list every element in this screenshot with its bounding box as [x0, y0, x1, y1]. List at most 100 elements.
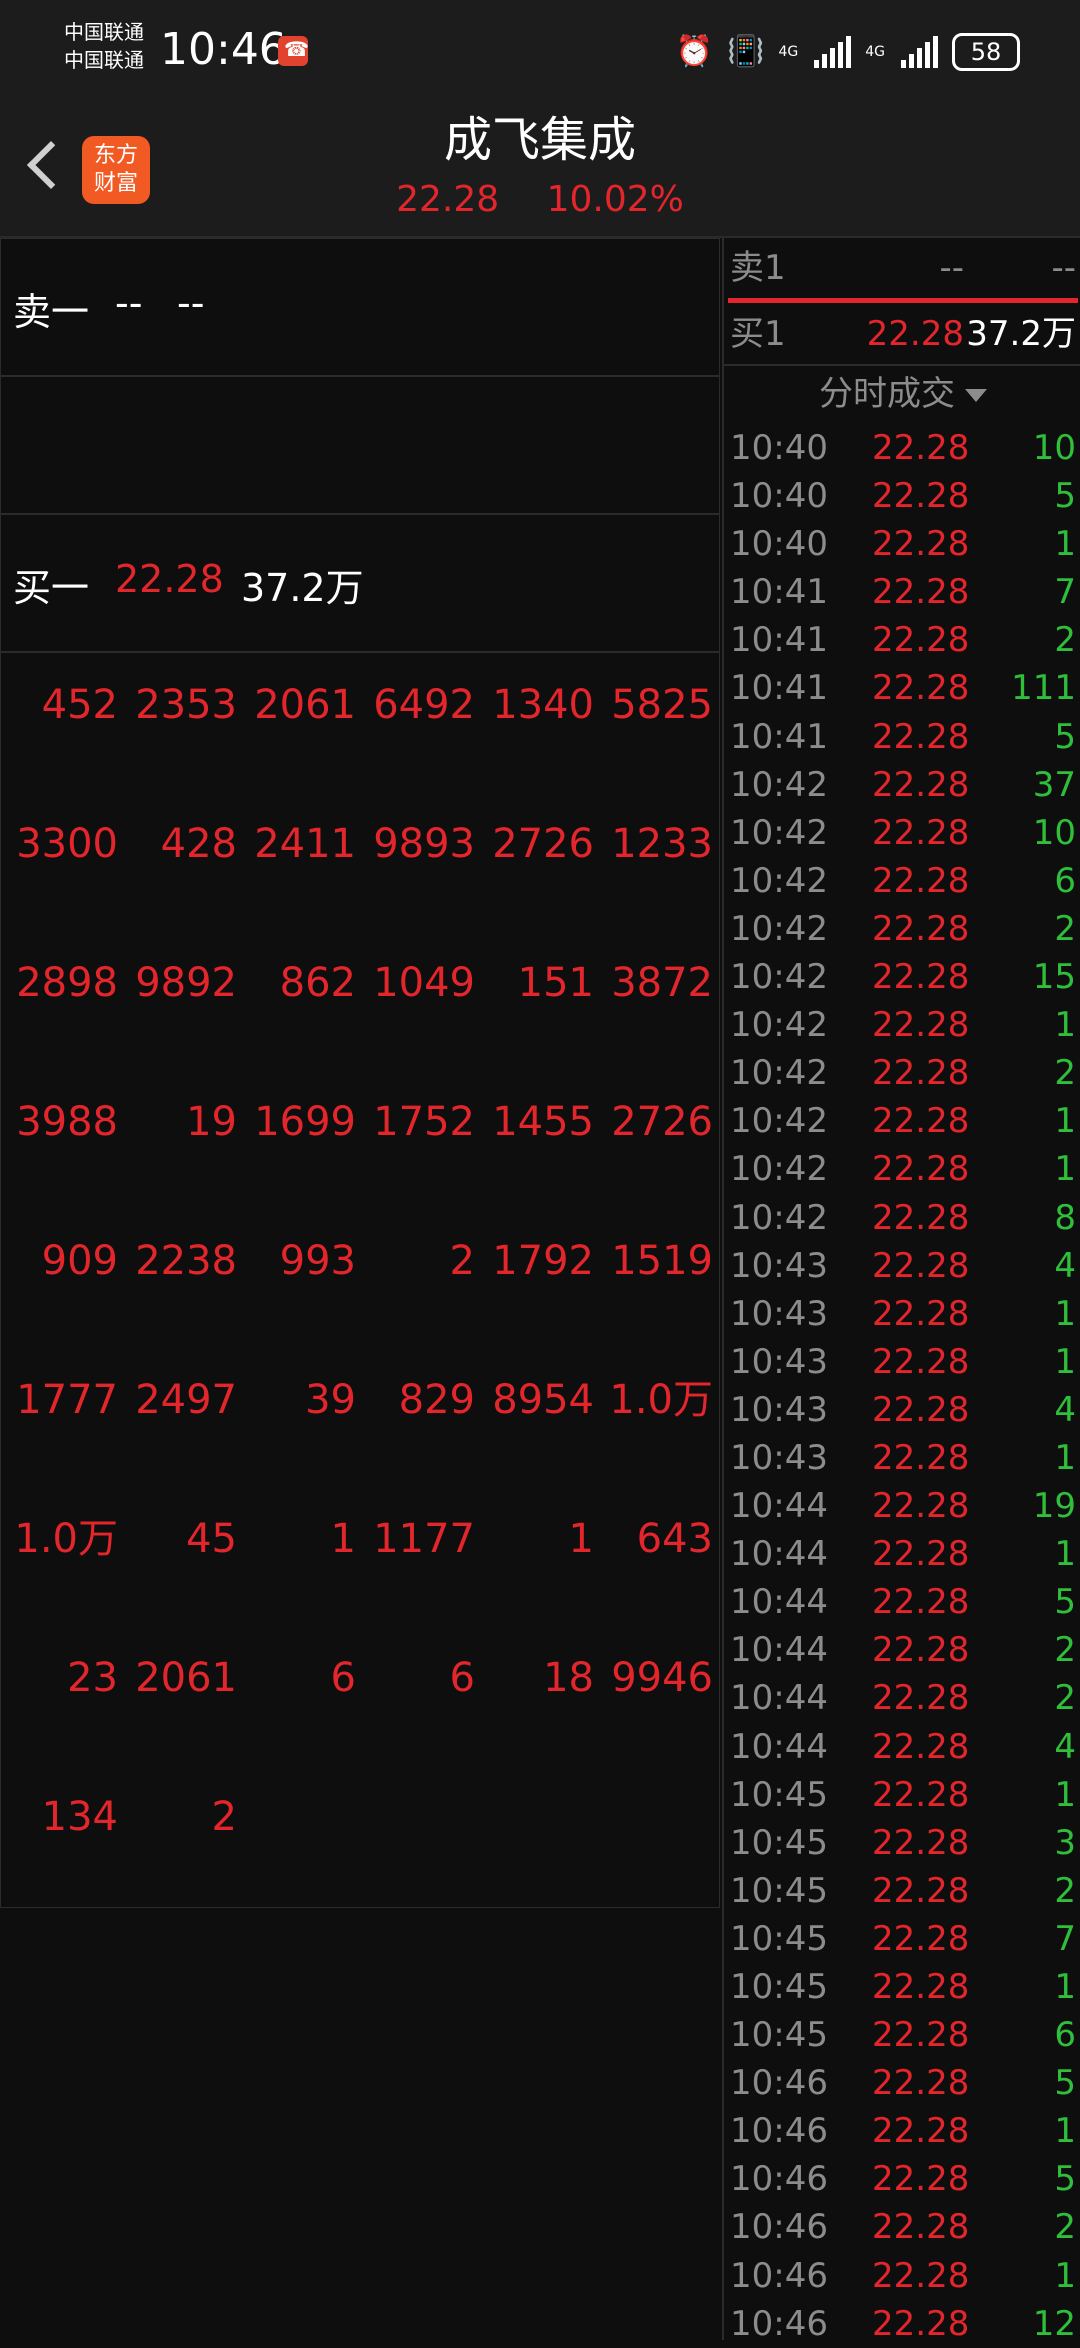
tick-row: 10:42 22.28 6	[724, 857, 1080, 905]
tick-row: 10:42 22.28 1	[724, 1097, 1080, 1145]
tick-row: 10:41 22.28 2	[724, 616, 1080, 664]
tick-row: 10:46 22.28 5	[724, 2155, 1080, 2203]
buy1-row: 买一 22.28 37.2万	[0, 514, 720, 652]
queue-cell: 2497	[135, 1377, 237, 1423]
network-type-2: 4G	[865, 44, 885, 60]
tick-price: 22.28	[872, 1486, 970, 1527]
tick-row: 10:43 22.28 4	[724, 1386, 1080, 1434]
tick-volume: 5	[1054, 476, 1076, 517]
sell1-row: 卖一 -- --	[0, 238, 720, 376]
tick-price: 22.28	[872, 860, 970, 901]
tick-time: 10:42	[730, 812, 828, 853]
tick-list[interactable]: 10:40 22.28 10 10:40 22.28 5 10:40 22.28 1 10:41 2…	[724, 424, 1080, 2348]
tick-row: 10:42 22.28 1	[724, 1145, 1080, 1193]
stock-price: 22.28	[396, 179, 500, 220]
ticks-dropdown[interactable]: 分时成交	[724, 364, 1080, 422]
tick-row: 10:45 22.28 6	[724, 2011, 1080, 2059]
tick-row: 10:45 22.28 7	[724, 1915, 1080, 1963]
alarm-icon: ⏰	[675, 34, 714, 69]
tick-volume: 1	[1054, 1101, 1076, 1142]
tick-time: 10:46	[730, 2303, 828, 2344]
tick-row: 10:40 22.28 5	[724, 472, 1080, 520]
tick-time: 10:43	[730, 1437, 828, 1478]
carrier-1: 中国联通	[64, 20, 144, 44]
tick-time: 10:42	[730, 1197, 828, 1238]
queue-cell: 993	[279, 1238, 356, 1284]
tick-price: 22.28	[872, 2207, 970, 2248]
tick-price: 22.28	[872, 812, 970, 853]
queue-cell: 1177	[373, 1516, 475, 1562]
right-sell1-price: --	[939, 248, 964, 288]
tick-time: 10:43	[730, 1245, 828, 1286]
tick-price: 22.28	[872, 476, 970, 517]
signal-icon-2	[901, 36, 938, 68]
queue-cell: 2	[449, 1238, 475, 1284]
queue-cell: 9892	[135, 960, 237, 1006]
tick-volume: 19	[1032, 1486, 1076, 1527]
tick-row: 10:44 22.28 2	[724, 1674, 1080, 1722]
queue-cell: 1519	[611, 1238, 713, 1284]
tick-row: 10:45 22.28 1	[724, 1771, 1080, 1819]
queue-cell: 2061	[254, 682, 356, 728]
tick-time: 10:45	[730, 2015, 828, 2056]
tick-volume: 5	[1054, 2063, 1076, 2104]
tick-volume: 6	[1054, 860, 1076, 901]
tick-time: 10:45	[730, 1967, 828, 2007]
tick-volume: 5	[1054, 2159, 1076, 2200]
tick-price: 22.28	[872, 1582, 970, 1623]
tick-row: 10:44 22.28 2	[724, 1626, 1080, 1674]
tick-price: 22.28	[872, 620, 970, 661]
tick-price: 22.28	[872, 524, 970, 565]
right-buy1-row: 买1 22.28 37.2万	[724, 304, 1080, 364]
queue-cell: 452	[41, 682, 118, 728]
tick-volume: 37	[1032, 764, 1076, 805]
queue-cell: 134	[41, 1794, 118, 1840]
stock-quote: 22.28 10.02%	[0, 176, 1080, 224]
tick-time: 10:41	[730, 620, 828, 661]
buy1-volume: 37.2万	[241, 566, 364, 610]
tick-volume: 2	[1054, 1630, 1076, 1671]
tick-row: 10:45 22.28 3	[724, 1819, 1080, 1867]
tick-volume: 5	[1054, 1582, 1076, 1623]
queue-cell: 6	[449, 1655, 475, 1701]
tick-row: 10:42 22.28 10	[724, 809, 1080, 857]
status-time: 10:46	[160, 24, 287, 75]
queue-cell: 3988	[16, 1099, 118, 1145]
queue-cell: 45	[186, 1516, 237, 1562]
tick-volume: 1	[1054, 1149, 1076, 1190]
tick-time: 10:44	[730, 1630, 828, 1671]
queue-cell: 6	[330, 1655, 356, 1701]
tick-time: 10:45	[730, 1822, 828, 1863]
tick-volume: 1	[1054, 1774, 1076, 1815]
tick-time: 10:42	[730, 1149, 828, 1190]
queue-cell: 643	[636, 1516, 713, 1562]
tick-price: 22.28	[872, 1726, 970, 1767]
tick-time: 10:40	[730, 476, 828, 517]
stock-change-pct: 10.02%	[546, 179, 684, 220]
tick-volume: 10	[1032, 812, 1076, 853]
empty-row	[0, 376, 720, 514]
tick-time: 10:42	[730, 957, 828, 998]
queue-cell: 1	[568, 1516, 594, 1562]
queue-cell: 9946	[611, 1655, 713, 1701]
queue-cell: 428	[160, 821, 237, 867]
queue-cell: 1.0万	[14, 1516, 118, 1562]
queue-cell: 862	[279, 960, 356, 1006]
queue-cell: 5825	[611, 682, 713, 728]
tick-time: 10:41	[730, 668, 828, 709]
tick-row: 10:42 22.28 2	[724, 905, 1080, 953]
tick-price: 22.28	[872, 1870, 970, 1911]
right-sell1-volume: --	[1051, 248, 1076, 288]
tick-price: 22.28	[872, 1389, 970, 1430]
tick-volume: 2	[1054, 1678, 1076, 1719]
tick-panel: 卖1 -- -- 买1 22.28 37.2万 分时成交 10:40 22.28 1…	[722, 238, 1080, 2344]
tick-row: 10:40 22.28 10	[724, 424, 1080, 472]
queue-cell: 3300	[16, 821, 118, 867]
right-buy1-price: 22.28	[866, 314, 964, 354]
tick-price: 22.28	[872, 668, 970, 709]
tick-row: 10:42 22.28 37	[724, 761, 1080, 809]
tick-volume: 1	[1054, 2255, 1076, 2296]
carrier-labels: 中国联通 中国联通	[64, 18, 144, 74]
vibrate-icon: 📳	[727, 34, 765, 69]
tick-time: 10:40	[730, 524, 828, 565]
